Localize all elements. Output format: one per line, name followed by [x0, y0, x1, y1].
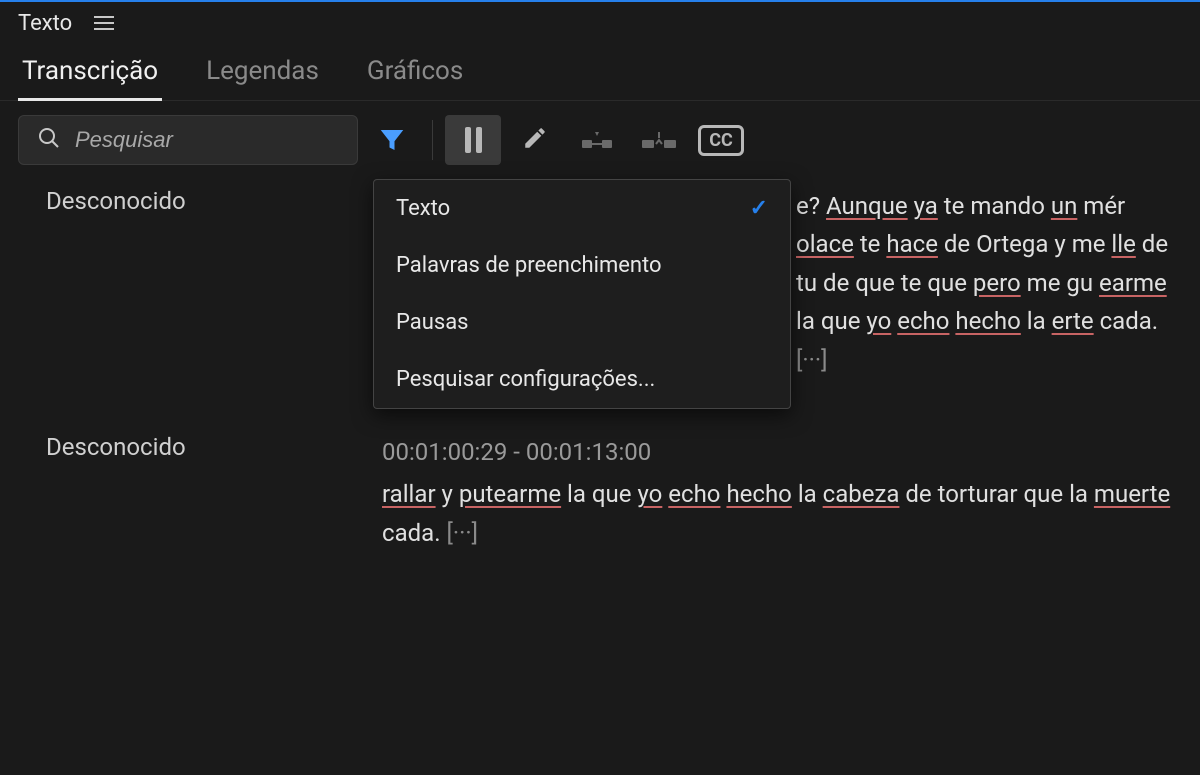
edit-button[interactable] [507, 115, 563, 165]
toolbar: CC [0, 101, 1200, 179]
split-segments-button[interactable] [631, 115, 687, 165]
timecode: 00:01:00:29 - 00:01:13:00 [382, 433, 1182, 471]
toolbar-divider [432, 120, 433, 160]
pause-icon [465, 127, 482, 153]
search-icon [37, 126, 61, 154]
dropdown-item-label: Texto [396, 196, 450, 221]
transcript-entry: Desconocido 00:01:00:29 - 00:01:13:00 ra… [46, 433, 1182, 552]
search-input[interactable] [75, 127, 339, 153]
panel-menu-icon[interactable] [88, 10, 120, 36]
merge-segments-button[interactable] [569, 115, 625, 165]
cc-button[interactable]: CC [693, 115, 749, 165]
split-icon [642, 125, 676, 155]
transcript-body[interactable]: 00:01:00:29 - 00:01:13:00 rallar y putea… [382, 433, 1182, 552]
transcript-content: Texto ✓ Palavras de preenchimento Pausas… [0, 179, 1200, 552]
transcript-text: e? Aunque ya te mando un mér olace te ha… [796, 192, 1168, 335]
dropdown-item-label: Palavras de preenchimento [396, 253, 662, 278]
merge-icon [580, 125, 614, 155]
tab-transcription[interactable]: Transcrição [18, 48, 162, 100]
tab-graphics[interactable]: Gráficos [363, 48, 467, 100]
speaker-label[interactable]: Desconocido [46, 433, 346, 552]
dropdown-item-filler-words[interactable]: Palavras de preenchimento [374, 237, 790, 294]
panel-header: Texto [0, 2, 1200, 40]
panel-title: Texto [18, 11, 72, 36]
cc-icon: CC [698, 125, 744, 156]
filter-dropdown: Texto ✓ Palavras de preenchimento Pausas… [373, 179, 791, 409]
search-box[interactable] [18, 115, 358, 165]
dropdown-item-pauses[interactable]: Pausas [374, 294, 790, 351]
dropdown-item-label: Pausas [396, 310, 469, 335]
pause-markers-button[interactable] [445, 115, 501, 165]
tab-captions[interactable]: Legendas [202, 48, 323, 100]
check-icon: ✓ [750, 196, 768, 221]
ellipsis[interactable]: [···] [447, 519, 479, 547]
transcript-text: rallar y putearme la que yo echo hecho l… [382, 480, 1170, 546]
tabs-bar: Transcrição Legendas Gráficos [0, 40, 1200, 101]
ellipsis[interactable]: [···] [796, 346, 828, 374]
filter-button[interactable] [364, 115, 420, 165]
dropdown-item-label: Pesquisar configurações... [396, 367, 655, 392]
pencil-icon [522, 125, 548, 155]
dropdown-item-text[interactable]: Texto ✓ [374, 180, 790, 237]
dropdown-item-search-settings[interactable]: Pesquisar configurações... [374, 351, 790, 408]
speaker-label[interactable]: Desconocido [46, 187, 346, 379]
